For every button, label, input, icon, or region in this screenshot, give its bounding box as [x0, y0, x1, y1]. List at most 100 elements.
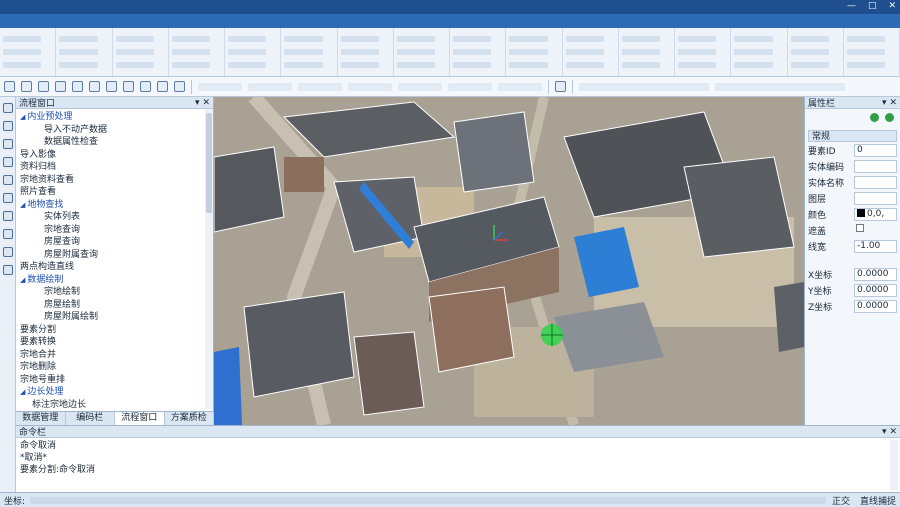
tree-section[interactable]: ◢ 边长处理: [18, 386, 213, 399]
panel-tab[interactable]: 编码栏: [66, 412, 115, 425]
close-icon[interactable]: ✕: [202, 98, 210, 108]
property-value-field[interactable]: 0.0000: [854, 267, 897, 281]
tree-item[interactable]: 照片查看: [18, 186, 213, 199]
ribbon-command[interactable]: [3, 48, 42, 55]
ribbon-command[interactable]: [734, 36, 773, 43]
toolbar-tool-icon[interactable]: [38, 81, 49, 92]
ribbon-command[interactable]: [284, 36, 323, 43]
tree-item[interactable]: 数据属性检查: [18, 136, 213, 149]
status-toggle[interactable]: 正交: [832, 494, 850, 507]
tree-item[interactable]: 要素分割: [18, 324, 213, 337]
ribbon-command[interactable]: [340, 61, 379, 68]
property-value-field[interactable]: [854, 175, 897, 189]
toolbar-layer-button[interactable]: [579, 82, 709, 91]
refresh-icon[interactable]: [885, 113, 894, 122]
ribbon-command[interactable]: [284, 48, 323, 55]
toolbar-tool-icon[interactable]: [72, 81, 83, 92]
tree-item[interactable]: 两点构造直线: [18, 261, 213, 274]
tree-item[interactable]: 房屋绘制: [18, 299, 213, 312]
ribbon-command[interactable]: [115, 36, 154, 43]
ribbon-command[interactable]: [734, 48, 773, 55]
ribbon-command[interactable]: [621, 61, 661, 68]
expand-arrow-icon[interactable]: ◢: [20, 276, 25, 284]
ribbon-command[interactable]: [846, 61, 886, 68]
ribbon-command[interactable]: [678, 48, 717, 55]
ribbon-command[interactable]: [340, 36, 379, 43]
close-icon[interactable]: ✕: [889, 98, 897, 108]
toolbar-layer-button[interactable]: [298, 82, 342, 91]
toolbar-tool-icon[interactable]: [106, 81, 117, 92]
ribbon-command[interactable]: [115, 48, 154, 55]
ribbon-command[interactable]: [59, 61, 98, 68]
command-scrollbar[interactable]: [890, 440, 898, 490]
ribbon-command[interactable]: [228, 48, 267, 55]
property-value-field[interactable]: 0.0000: [854, 299, 897, 313]
ribbon-command[interactable]: [3, 36, 42, 43]
close-icon[interactable]: ✕: [889, 427, 897, 437]
toolbar-tool-icon[interactable]: [4, 81, 15, 92]
toolbar-tool-icon[interactable]: [123, 81, 134, 92]
property-section-general[interactable]: 常规: [808, 130, 897, 142]
tree-item[interactable]: 房屋查询: [18, 236, 213, 249]
toolbar-tool-icon[interactable]: [174, 81, 185, 92]
ribbon-command[interactable]: [565, 36, 604, 43]
pin-icon[interactable]: ▾: [882, 98, 887, 108]
ribbon-command[interactable]: [734, 61, 773, 68]
property-value-field[interactable]: 0,0,: [854, 207, 897, 221]
ribbon-command[interactable]: [3, 61, 42, 68]
ribbon-command[interactable]: [846, 48, 886, 55]
tree-item[interactable]: 导入影像: [18, 149, 213, 162]
tree-section[interactable]: ◢ 内业预处理: [18, 111, 213, 124]
tree-item[interactable]: 宗地查询: [18, 224, 213, 237]
undo-icon[interactable]: [2, 103, 13, 113]
tree-item[interactable]: 房屋附属查询: [18, 249, 213, 262]
ribbon-command[interactable]: [59, 48, 98, 55]
maximize-icon[interactable]: □: [868, 1, 877, 11]
ribbon-command[interactable]: [396, 61, 436, 68]
redo-icon[interactable]: [2, 121, 13, 131]
ribbon-command[interactable]: [228, 36, 267, 43]
erase-icon[interactable]: [2, 265, 13, 275]
ribbon-command[interactable]: [453, 36, 492, 43]
ribbon-command[interactable]: [509, 61, 548, 68]
toolbar-tool-icon[interactable]: [555, 81, 566, 92]
ribbon-command[interactable]: [228, 61, 267, 68]
toolbar-tool-icon[interactable]: [21, 81, 32, 92]
ribbon-command[interactable]: [678, 36, 717, 43]
tree-item[interactable]: 房屋附属绘制: [18, 311, 213, 324]
ribbon-command[interactable]: [846, 36, 886, 43]
ribbon-command[interactable]: [171, 61, 211, 68]
property-checkbox-cell[interactable]: [854, 223, 897, 237]
zoom-in-icon[interactable]: [2, 157, 13, 167]
panel-tab[interactable]: 数据管理: [16, 412, 66, 425]
property-value-field[interactable]: [854, 191, 897, 205]
tree-item[interactable]: 要素转换: [18, 336, 213, 349]
toolbar-tool-icon[interactable]: [157, 81, 168, 92]
panel-tab[interactable]: 方案质检: [165, 412, 214, 425]
property-value-field[interactable]: [854, 159, 897, 173]
tree-item[interactable]: 宗地绘制: [18, 286, 213, 299]
tree-item[interactable]: 宗地合并: [18, 349, 213, 362]
ribbon-command[interactable]: [340, 48, 379, 55]
select-icon[interactable]: [2, 139, 13, 149]
property-value-field[interactable]: 0.0000: [854, 283, 897, 297]
toolbar-layer-button[interactable]: [398, 82, 442, 91]
expand-arrow-icon[interactable]: ◢: [20, 113, 25, 121]
toolbar-layer-button[interactable]: [715, 82, 845, 91]
pin-icon[interactable]: ▾: [195, 98, 200, 108]
building-roof[interactable]: [214, 146, 285, 233]
toolbar-tool-icon[interactable]: [89, 81, 100, 92]
property-value-field[interactable]: -1.00: [854, 239, 897, 253]
draw-line-icon[interactable]: [2, 211, 13, 221]
tree-item[interactable]: 宗地资料查看: [18, 174, 213, 187]
close-icon[interactable]: ✕: [888, 1, 896, 11]
ribbon-command[interactable]: [284, 61, 323, 68]
measure-icon[interactable]: [2, 193, 13, 203]
tree-item[interactable]: 宗地号重排: [18, 374, 213, 387]
tree-item[interactable]: 宗地删除: [18, 361, 213, 374]
color-swatch[interactable]: [857, 209, 865, 217]
ribbon-command[interactable]: [453, 61, 492, 68]
ribbon-command[interactable]: [565, 48, 604, 55]
building-roof[interactable]: [428, 286, 515, 373]
tree-item[interactable]: 资料归档: [18, 161, 213, 174]
